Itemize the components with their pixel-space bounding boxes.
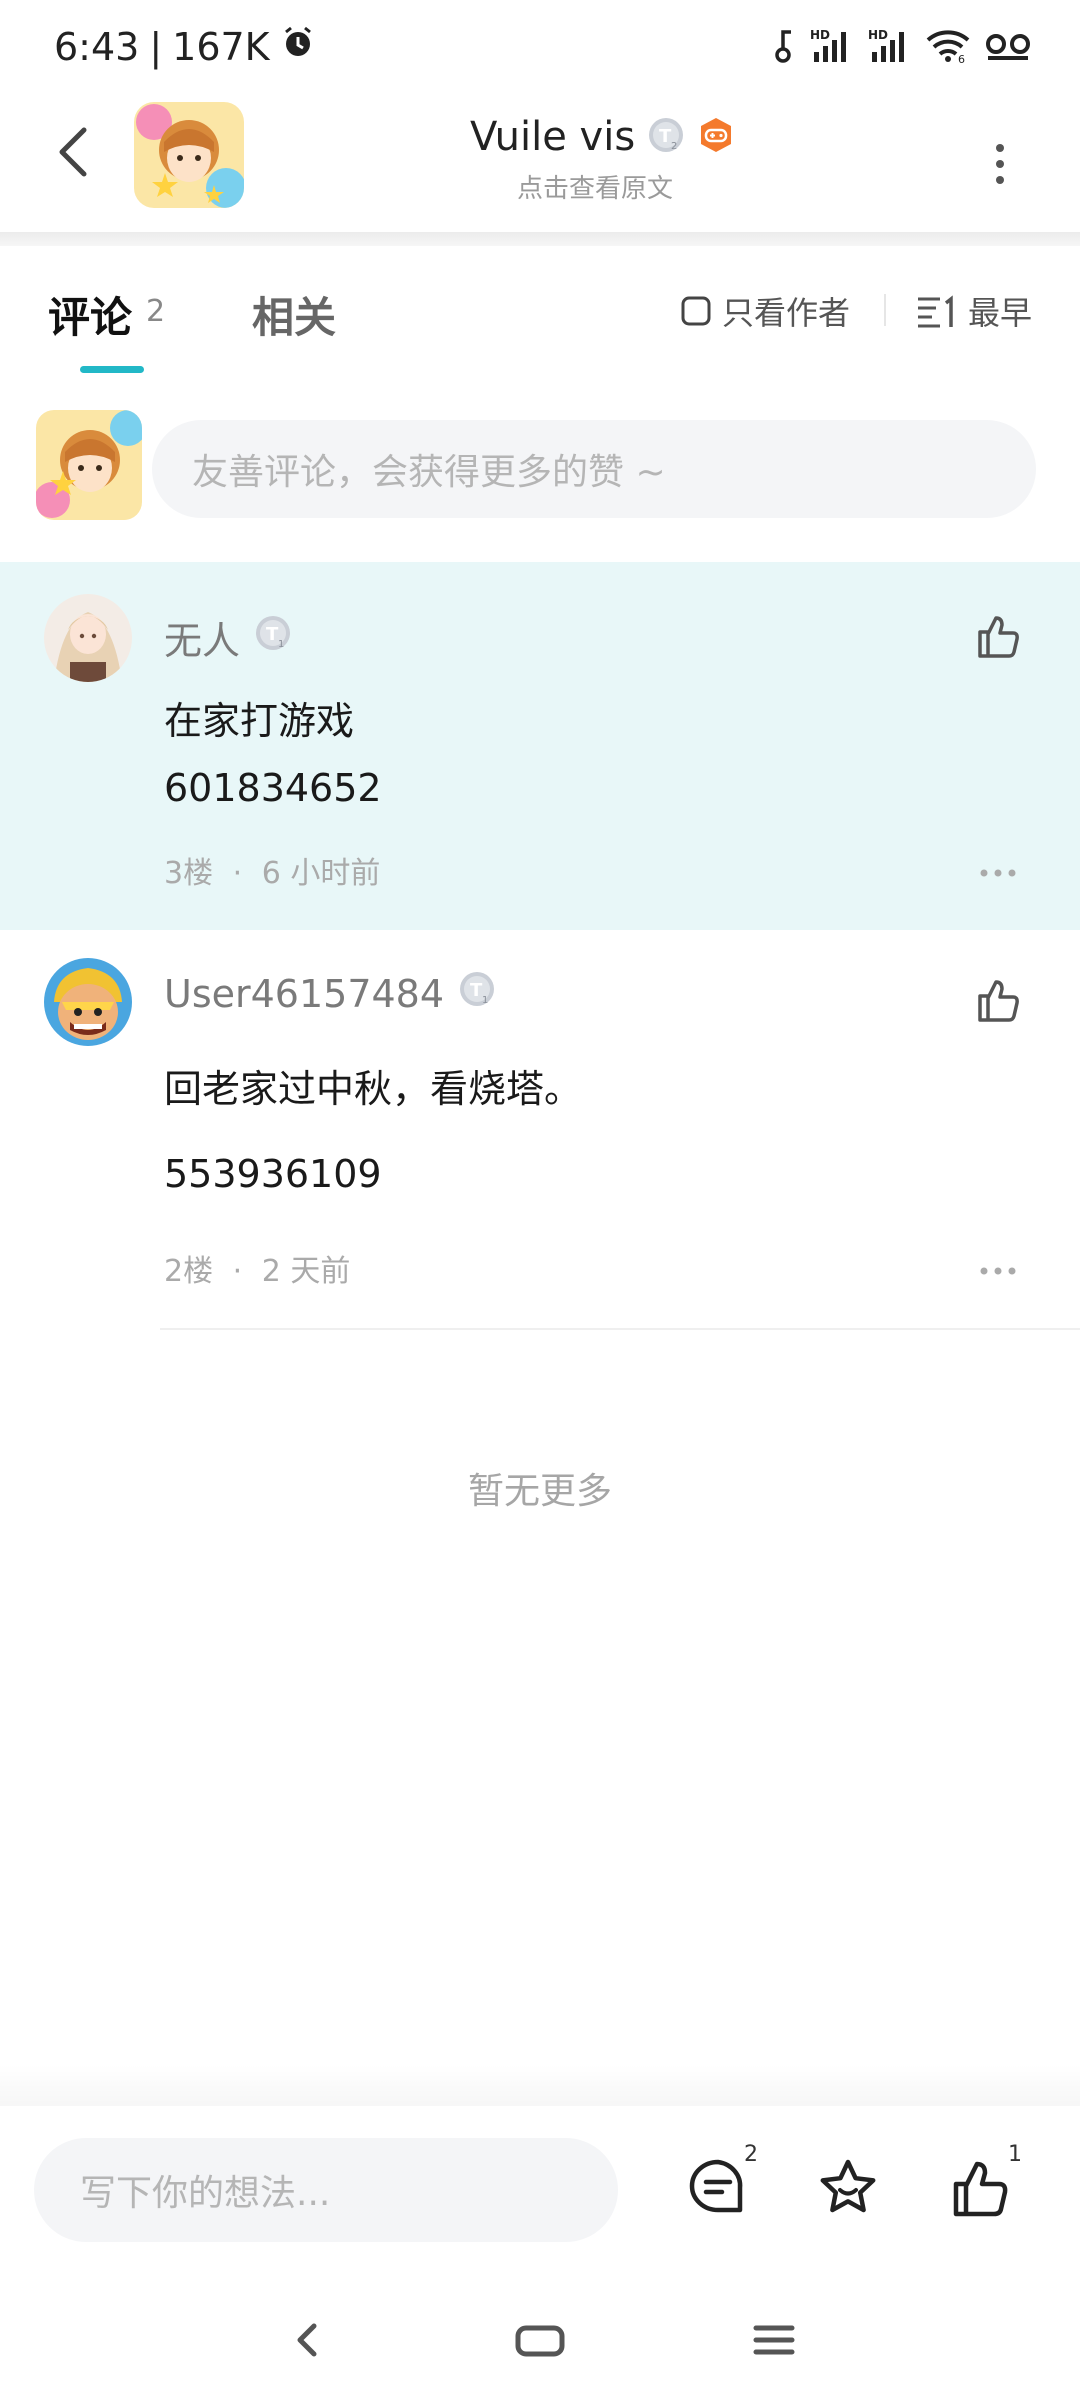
status-left: 6:43 | 167K [54,24,316,69]
comment-divider [160,1328,1080,1330]
svg-text:1: 1 [482,995,488,1006]
sort-icon [918,295,953,328]
comment-meta: 2楼 · 2 天前 [164,1246,350,1290]
tab-comments-count: 2 [146,294,166,329]
comment-floor: 3楼 [164,856,214,891]
comment-input[interactable]: 友善评论，会获得更多的赞 ~ [152,420,1036,518]
svg-text:6: 6 [958,53,965,64]
comment-time: 2 天前 [261,1254,351,1289]
commenter-name: 无人 [164,619,241,663]
like-button[interactable] [948,2156,1012,2220]
no-more-text: 暂无更多 [467,1471,612,1512]
more-options-button[interactable] [980,134,1020,194]
comment-button[interactable] [686,2156,750,2220]
tab-divider [884,294,886,326]
svg-text:HD: HD [810,28,830,42]
status-right: HD HD 6 [774,28,1032,68]
comment-item: User46157484 T1 回老家过中秋，看烧塔。 553936109 2楼… [0,930,1080,1330]
my-avatar [36,410,142,520]
tab-comments[interactable]: 评论 [48,284,132,345]
comment-input-placeholder: 友善评论，会获得更多的赞 ~ [192,452,666,493]
comment-like-button[interactable] [974,612,1022,660]
nav-back-icon [297,2323,317,2357]
voicemail-icon [984,28,1032,68]
comment-tabs: 评论 2 相关 只看作者 最早 [0,246,1080,376]
more-horizontal-icon [980,1267,1016,1275]
tab-related[interactable]: 相关 [252,284,336,345]
svg-text:HD: HD [868,28,888,42]
nav-home-button[interactable] [510,2310,570,2370]
comment-text-line: 回老家过中秋，看烧塔。 [164,1067,583,1111]
comment-bubble-icon [689,2159,743,2213]
like-count-badge: 1 [1008,2142,1022,2167]
comment-text-line: 553936109 [164,1152,382,1196]
reply-input[interactable]: 写下你的想法... [34,2138,618,2242]
nav-menu-icon [753,2325,795,2355]
level-badge-icon: T1 [254,614,292,661]
nav-home-icon [515,2325,565,2357]
favorite-button[interactable] [816,2156,880,2220]
comment-composer: 友善评论，会获得更多的赞 ~ [0,400,1080,540]
gamepad-badge-icon [697,116,735,158]
status-separator: | [149,24,163,69]
comment-text-line: 601834652 [164,766,382,810]
nav-back-button[interactable] [278,2310,338,2370]
commenter-name-row[interactable]: 无人 T1 [164,610,292,665]
commenter-avatar[interactable] [44,958,132,1046]
comment-more-button[interactable] [978,1262,1018,1275]
svg-text:2: 2 [671,141,677,152]
author-name: Vuile vis [470,114,636,160]
meta-dot: · [232,856,243,891]
comment-item: 无人 T1 在家打游戏 601834652 3楼 · 6 小时前 [0,562,1080,930]
signal-hd-icon: HD [868,28,912,68]
system-nav-bar [0,2280,1080,2400]
sort-label: 最早 [968,294,1033,332]
svg-text:1: 1 [278,639,284,650]
author-name-row[interactable]: Vuile vis T2 [470,114,735,160]
commenter-avatar[interactable] [44,594,132,682]
key-icon [774,28,796,68]
meta-dot: · [232,1254,243,1289]
thumbs-up-icon [978,616,1019,658]
comment-more-button[interactable] [978,864,1018,877]
header-divider [0,232,1080,246]
comment-time: 6 小时前 [261,856,381,891]
sort-button[interactable]: 最早 [916,288,1032,334]
bottom-bar-shadow [0,2064,1080,2108]
comment-count-badge: 2 [744,2142,758,2167]
star-icon [820,2159,876,2213]
status-net-speed: 167K [172,24,270,69]
checkbox-icon [681,296,711,326]
author-only-toggle[interactable]: 只看作者 [680,288,850,334]
nav-recents-button[interactable] [744,2310,804,2370]
commenter-name-row[interactable]: User46157484 T1 [164,970,496,1017]
thumbs-up-icon [953,2161,1008,2217]
comment-floor: 2楼 [164,1254,214,1289]
status-bar: 6:43 | 167K HD HD 6 [0,0,1080,96]
level-badge-icon: T1 [458,970,496,1017]
more-horizontal-icon [980,869,1016,877]
reply-input-placeholder: 写下你的想法... [80,2173,331,2214]
more-vertical-icon [996,144,1004,184]
comment-like-button[interactable] [974,976,1022,1024]
comment-meta: 3楼 · 6 小时前 [164,848,380,892]
thumbs-up-icon [978,980,1019,1022]
active-tab-indicator [80,366,144,373]
signal-hd-icon: HD [810,28,854,68]
level-badge-icon: T2 [647,116,685,158]
view-original-link[interactable]: 点击查看原文 [0,168,1080,205]
alarm-icon [280,24,316,69]
status-time: 6:43 [54,24,140,69]
commenter-name: User46157484 [164,971,445,1016]
bottom-action-bar: 写下你的想法... 2 1 [0,2106,1080,2276]
author-only-label: 只看作者 [722,294,851,332]
wifi-icon: 6 [926,28,970,68]
post-header: Vuile vis T2 点击查看原文 [0,96,1080,236]
comment-text-line: 在家打游戏 [164,699,355,743]
